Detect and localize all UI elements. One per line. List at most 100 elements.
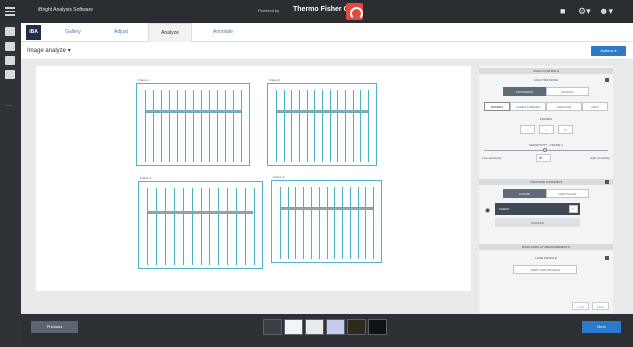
blot-frame-2[interactable]: Frame 2 [267, 78, 377, 166]
image-thumbnail[interactable] [284, 319, 303, 335]
lane-line[interactable] [201, 188, 202, 265]
lane-line[interactable] [225, 90, 226, 162]
folder-icon[interactable] [5, 42, 15, 51]
lane-line[interactable] [236, 188, 237, 265]
band-row[interactable] [280, 207, 373, 210]
band-row[interactable] [145, 110, 241, 113]
collapse-icon[interactable] [605, 256, 609, 260]
image-canvas[interactable]: Frame 1 Frame 2 Frame 3 Frame 4 [36, 66, 471, 291]
lane-line[interactable] [156, 188, 157, 265]
lane-line[interactable] [327, 187, 328, 259]
lane-line[interactable] [276, 90, 277, 162]
home-icon[interactable] [5, 27, 15, 36]
lane-line[interactable] [233, 90, 234, 162]
lane-line[interactable] [350, 187, 351, 259]
lane-line[interactable] [358, 187, 359, 259]
image-thumbnail[interactable] [347, 319, 366, 335]
tab-gallery[interactable]: Gallery [53, 23, 93, 42]
lane-line[interactable] [153, 90, 154, 162]
lane-line[interactable] [284, 90, 285, 162]
band-display-header[interactable]: BAND DISPLAY MEASUREMENTS [479, 244, 613, 250]
user-icon[interactable]: ☻▾ [599, 6, 613, 16]
lane-line[interactable] [145, 90, 146, 162]
manual-button[interactable]: MANUAL [546, 87, 589, 96]
lane-line[interactable] [342, 187, 343, 259]
lane-line[interactable] [295, 187, 296, 259]
lane-line[interactable] [161, 90, 162, 162]
image-thumbnail[interactable] [305, 319, 324, 335]
band-row[interactable] [148, 211, 253, 214]
tab-annotate[interactable]: Annotate [201, 23, 245, 42]
band-row[interactable] [276, 110, 369, 113]
lane-line[interactable] [307, 90, 308, 162]
next-button[interactable]: Next [582, 321, 621, 333]
subtab-analysis[interactable]: ANALYSIS [546, 102, 582, 111]
lane-line[interactable] [147, 188, 148, 265]
lane-line[interactable] [165, 188, 166, 265]
lane-line[interactable] [360, 90, 361, 162]
more-icon[interactable]: ··· [6, 103, 12, 109]
lane-line[interactable] [311, 187, 312, 259]
previous-button[interactable]: Previous [31, 321, 78, 333]
grid-icon[interactable] [5, 56, 15, 65]
lane-line[interactable] [330, 90, 331, 162]
image-thumbnail[interactable] [368, 319, 387, 335]
subtab-frames[interactable]: FRAMES [484, 102, 510, 111]
tab-analyze[interactable]: Analyze [148, 23, 192, 42]
lane-line[interactable] [193, 90, 194, 162]
collapse-icon[interactable] [605, 78, 609, 82]
lane-line[interactable] [322, 90, 323, 162]
eye-icon[interactable]: ◉ [485, 207, 490, 214]
lane-line[interactable] [217, 90, 218, 162]
settings-icon[interactable]: ⚙▾ [578, 6, 591, 16]
lane-line[interactable] [183, 188, 184, 265]
chat-icon[interactable]: ■ [560, 6, 565, 16]
marker-row[interactable]: MARKER [495, 218, 580, 227]
sensitivity-input[interactable]: 50 [536, 154, 551, 162]
lane-line[interactable] [185, 90, 186, 162]
lane-line[interactable] [319, 187, 320, 259]
undo-button[interactable]: Undo [572, 302, 589, 310]
scan-controls-header[interactable]: SCAN CONTROLS [479, 68, 613, 74]
edit-frame-icon[interactable]: ✎ [558, 125, 573, 134]
blot-frame-4[interactable]: Frame 4 [271, 175, 382, 263]
page-title[interactable]: Image analyze ▾ [27, 47, 71, 54]
lane-line[interactable] [288, 187, 289, 259]
add-frame-button[interactable]: + [539, 125, 554, 134]
actions-button[interactable]: Actions ▾ [591, 46, 626, 56]
lane-line[interactable] [169, 90, 170, 162]
lane-line[interactable] [345, 90, 346, 162]
lane-line[interactable] [365, 187, 366, 259]
redo-button[interactable]: Redo [592, 302, 609, 310]
lane-line[interactable] [254, 188, 255, 265]
subtab-lanes-bands[interactable]: LANES & BANDS [510, 102, 546, 111]
lane-line[interactable] [218, 188, 219, 265]
lane-line[interactable] [291, 90, 292, 162]
channel-chemi[interactable]: CHEMI [495, 203, 580, 215]
lane-line[interactable] [177, 90, 178, 162]
visualize-channels-header[interactable]: VISUALIZE CHANNELS [479, 179, 613, 185]
channel-edit-icon[interactable]: ✓ [569, 205, 578, 213]
lane-line[interactable] [368, 90, 369, 162]
tab-adjust[interactable]: Adjust [101, 23, 141, 42]
image-thumbnail[interactable] [326, 319, 345, 335]
lane-line[interactable] [209, 188, 210, 265]
lane-line[interactable] [334, 187, 335, 259]
lane-line[interactable] [353, 90, 354, 162]
lane-line[interactable] [201, 90, 202, 162]
view-lane-profile-button[interactable]: VIEW LANE PROFILE [513, 265, 577, 274]
remove-frame-button[interactable]: − [520, 125, 535, 134]
lane-line[interactable] [174, 188, 175, 265]
lane-line[interactable] [303, 187, 304, 259]
lane-line[interactable] [280, 187, 281, 259]
lane-line[interactable] [192, 188, 193, 265]
lane-line[interactable] [299, 90, 300, 162]
lane-line[interactable] [314, 90, 315, 162]
blot-frame-1[interactable]: Frame 1 [136, 78, 250, 166]
image-thumbnail[interactable] [263, 319, 282, 335]
collapse-icon[interactable] [605, 180, 609, 184]
lane-line[interactable] [227, 188, 228, 265]
automatic-button[interactable]: AUTOMATIC [503, 87, 546, 96]
subtab-info[interactable]: INFO [582, 102, 608, 111]
blot-frame-3[interactable]: Frame 3 [138, 176, 263, 269]
